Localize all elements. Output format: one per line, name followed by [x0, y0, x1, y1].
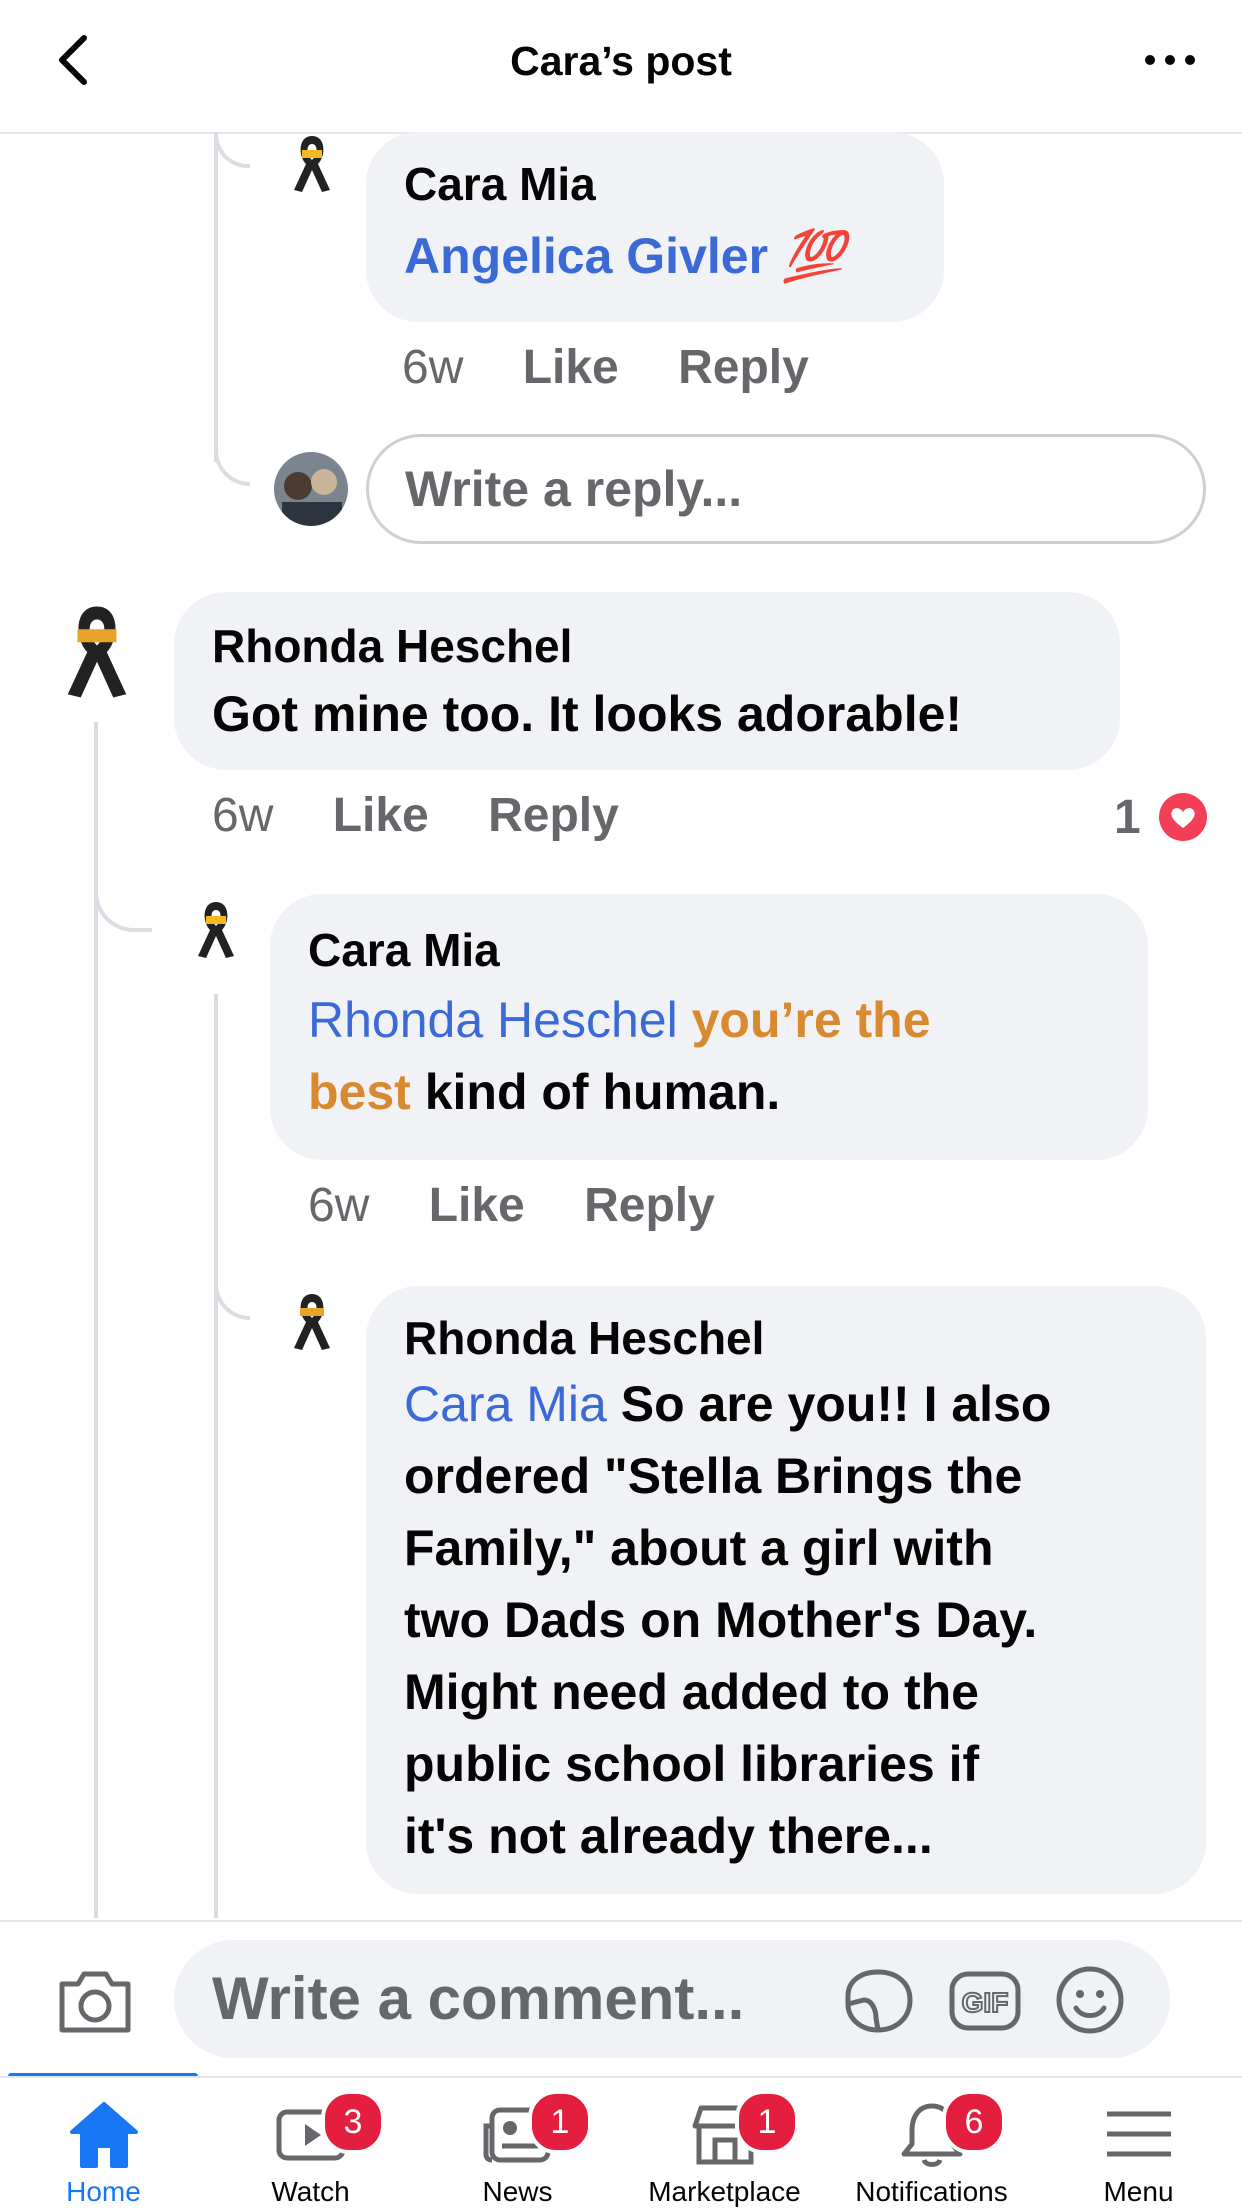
mentioned-user-link[interactable]: Angelica Givler: [404, 228, 768, 284]
thread-line: [214, 994, 218, 1918]
tab-label: Marketplace: [648, 2176, 801, 2207]
page-title: Cara’s post: [510, 38, 732, 84]
notification-badge: 1: [735, 2090, 799, 2154]
home-icon: [69, 2102, 138, 2168]
thread-connector: [214, 1264, 250, 1320]
highlight-text: you’re the: [691, 992, 931, 1048]
comment-age: 6w: [402, 341, 464, 394]
comment-age: 6w: [212, 789, 274, 842]
tab-label: Notifications: [855, 2176, 1008, 2207]
menu-icon: [1106, 2111, 1171, 2157]
like-button[interactable]: Like: [429, 1178, 525, 1233]
notification-badge: 3: [321, 2090, 385, 2154]
tab-menu[interactable]: Menu: [1035, 2078, 1242, 2210]
ribbon-avatar-icon: [67, 606, 127, 698]
thread-connector: [94, 820, 152, 932]
love-reaction-icon: [1159, 793, 1207, 841]
comment-bubble[interactable]: Rhonda Heschel Got mine too. It looks ad…: [174, 592, 1120, 770]
emoji-icon[interactable]: [1054, 1964, 1126, 2036]
thread-connector: [214, 134, 250, 168]
tab-label: Watch: [271, 2176, 350, 2207]
comment-author[interactable]: Cara Mia: [404, 156, 906, 212]
reply-button[interactable]: Reply: [488, 788, 619, 843]
mentioned-user-link[interactable]: Cara Mia: [404, 1376, 607, 1432]
comment-bubble[interactable]: Cara Mia Rhonda Heschel you’re the best …: [270, 894, 1148, 1160]
ribbon-avatar-icon: [294, 1294, 330, 1350]
like-button[interactable]: Like: [523, 340, 619, 395]
comment-line: it's not already there...: [404, 1808, 933, 1864]
comment-bubble[interactable]: Cara Mia Angelica Givler 💯: [366, 132, 944, 322]
tab-label: News: [482, 2176, 553, 2207]
tab-home[interactable]: Home: [0, 2078, 207, 2210]
tab-news[interactable]: 1 News: [414, 2078, 621, 2210]
comment-text: Got mine too. It looks adorable!: [212, 686, 963, 742]
mentioned-user-link[interactable]: Rhonda Heschel: [308, 992, 678, 1048]
svg-text:GIF: GIF: [962, 1987, 1009, 2018]
comment-composer: Write a comment... GIF: [0, 1920, 1242, 2082]
reaction-count[interactable]: 1: [1114, 790, 1141, 845]
thread-line: [214, 132, 218, 462]
gif-icon[interactable]: GIF: [948, 1970, 1022, 2032]
comment-actions: 6w Like Reply: [212, 788, 665, 843]
comment-text: kind of human.: [424, 1064, 781, 1120]
comment-actions: 6w Like Reply: [308, 1178, 761, 1233]
reply-button[interactable]: Reply: [678, 340, 809, 395]
tab-notifications[interactable]: 6 Notifications: [828, 2078, 1035, 2210]
notification-badge: 1: [528, 2090, 592, 2154]
comment-line: two Dads on Mother's Day.: [404, 1592, 1038, 1648]
highlight-text: best: [308, 1064, 411, 1120]
comment-bubble[interactable]: Rhonda Heschel Cara Mia So are you!! I a…: [366, 1286, 1206, 1894]
comment-input[interactable]: Write a comment... GIF: [174, 1940, 1170, 2058]
thread-connector: [214, 420, 250, 486]
tab-marketplace[interactable]: 1 Marketplace: [621, 2078, 828, 2210]
reply-input[interactable]: Write a reply...: [366, 434, 1206, 544]
ribbon-avatar-icon: [294, 136, 330, 192]
tab-watch[interactable]: 3 Watch: [207, 2078, 414, 2210]
comment-author[interactable]: Rhonda Heschel: [404, 1310, 1168, 1366]
tab-label: Home: [66, 2176, 141, 2207]
comment-author[interactable]: Rhonda Heschel: [212, 618, 1082, 674]
comment-line: Might need added to the: [404, 1664, 979, 1720]
more-options-icon[interactable]: [1140, 40, 1200, 80]
comment-actions: 6w Like Reply: [402, 340, 855, 395]
comment-line: So are you!! I also: [620, 1376, 1052, 1432]
comment-author[interactable]: Cara Mia: [308, 922, 1110, 978]
comment-placeholder: Write a comment...: [212, 1965, 745, 2032]
hundred-emoji: 💯: [781, 228, 845, 284]
bottom-tab-bar: Home 3 Watch 1 News 1 Marketplace 6 Noti…: [0, 2076, 1242, 2210]
top-bar: Cara’s post: [0, 0, 1242, 134]
comment-age: 6w: [308, 1179, 370, 1232]
tab-label: Menu: [1103, 2176, 1174, 2207]
ribbon-avatar-icon: [198, 902, 234, 958]
reply-button[interactable]: Reply: [584, 1178, 715, 1233]
camera-icon[interactable]: [56, 1966, 134, 2036]
reaction-number: 1: [1114, 791, 1141, 844]
comment-line: ordered "Stella Brings the: [404, 1448, 1023, 1504]
like-button[interactable]: Like: [333, 788, 429, 843]
sticker-icon[interactable]: [840, 1966, 916, 2036]
user-avatar: [274, 452, 348, 526]
comment-line: public school libraries if: [404, 1736, 980, 1792]
notification-badge: 6: [942, 2090, 1006, 2154]
comment-line: Family," about a girl with: [404, 1520, 994, 1576]
